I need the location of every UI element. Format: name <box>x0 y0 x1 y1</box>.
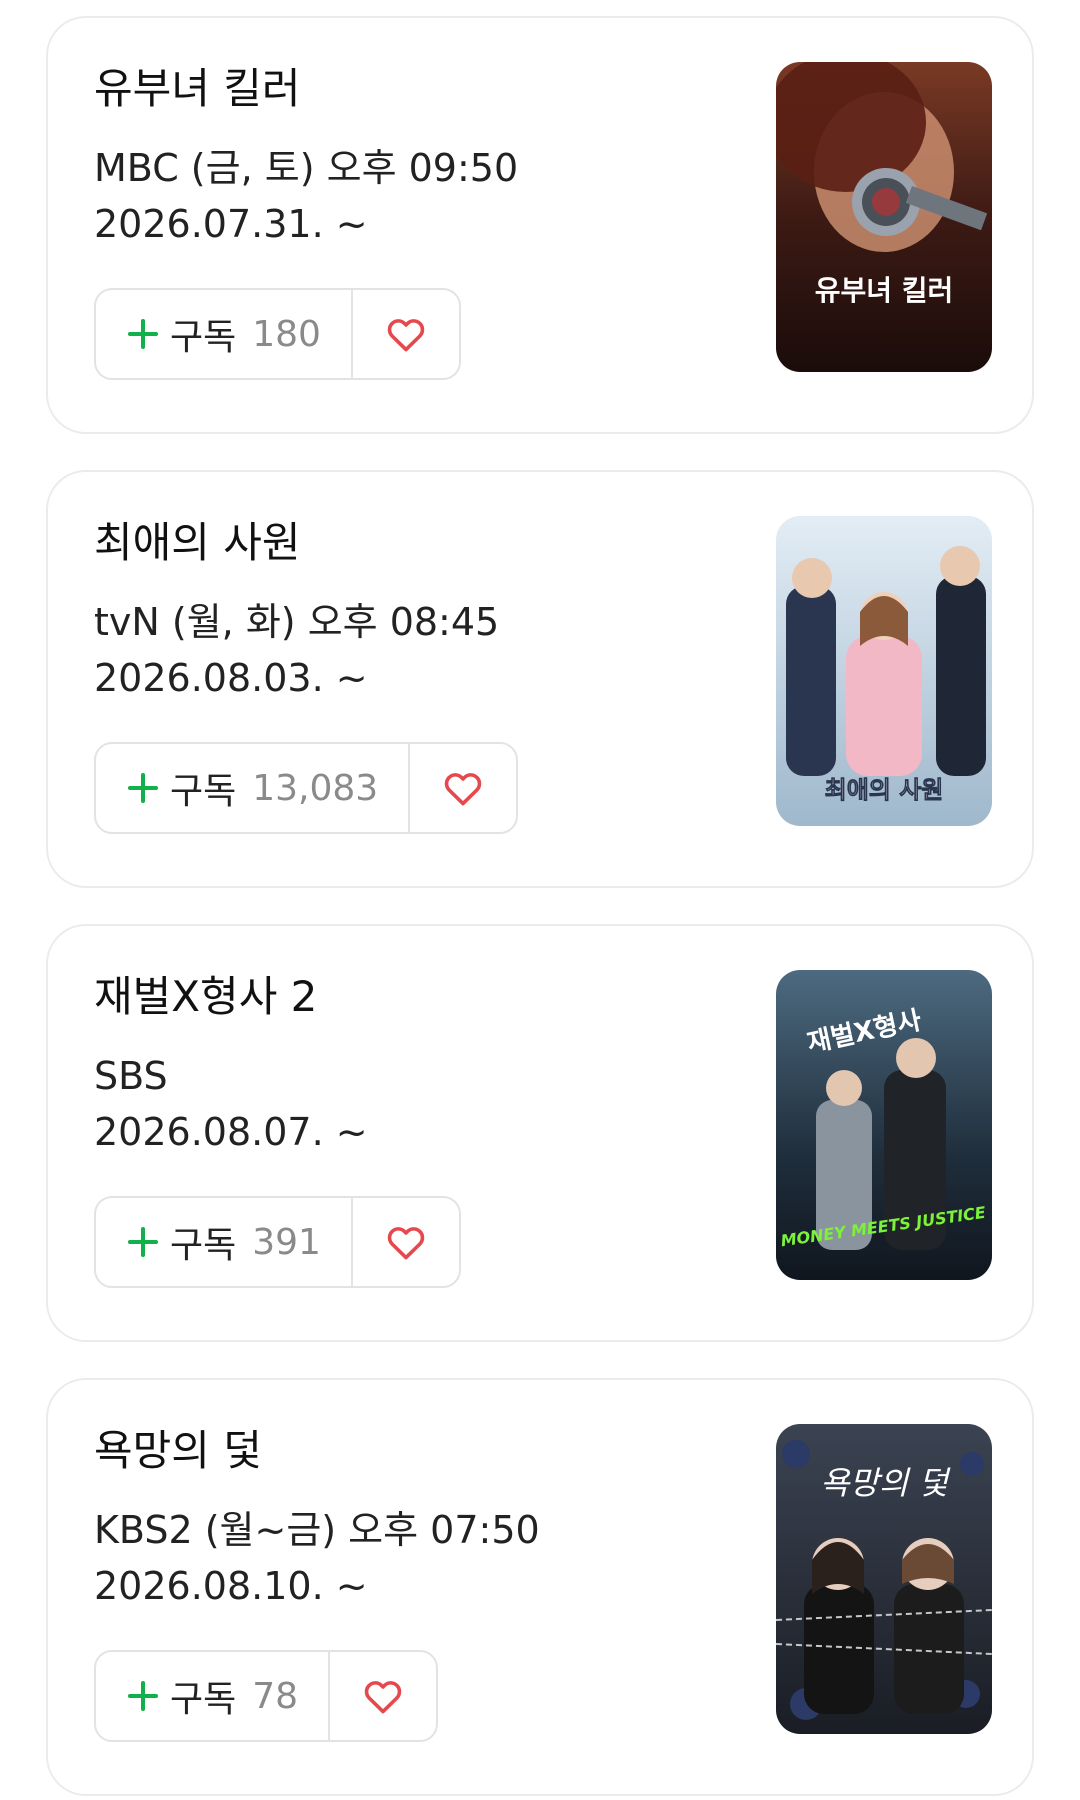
show-poster[interactable]: 유부녀 킬러 <box>776 62 992 372</box>
subscribe-like-group: 구독 13,083 <box>94 742 519 834</box>
show-info: 유부녀 킬러 MBC (금, 토) 오후 09:50 2026.07.31. ~ <box>94 62 734 252</box>
show-list: 유부녀 킬러 MBC (금, 토) 오후 09:50 2026.07.31. ~… <box>0 0 1080 1800</box>
show-title[interactable]: 유부녀 킬러 <box>94 62 734 116</box>
plus-icon <box>128 319 158 349</box>
subscriber-count: 13,083 <box>252 767 379 809</box>
subscribe-like-group: 구독 391 <box>94 1196 461 1288</box>
like-button[interactable] <box>408 744 516 832</box>
subscribe-button[interactable]: 구독 180 <box>96 290 351 378</box>
subscribe-button[interactable]: 구독 13,083 <box>96 744 408 832</box>
poster-title-text: 최애의 사원 <box>825 776 944 804</box>
subscribe-label: 구독 <box>170 317 237 358</box>
like-button[interactable] <box>350 290 459 378</box>
plus-icon <box>128 773 158 803</box>
heart-icon <box>387 319 425 352</box>
show-poster[interactable]: 최애의 사원 <box>776 516 992 826</box>
show-start-date: 2026.07.31. ~ <box>94 202 368 246</box>
show-schedule: KBS2 (월~금) 오후 07:50 <box>94 1508 540 1552</box>
plus-icon <box>128 1227 158 1257</box>
show-info: 최애의 사원 tvN (월, 화) 오후 08:45 2026.08.03. ~ <box>94 516 734 706</box>
show-card[interactable]: 욕망의 덫 KBS2 (월~금) 오후 07:50 2026.08.10. ~ … <box>46 1378 1034 1796</box>
subscriber-count: 391 <box>252 1221 321 1263</box>
show-schedule: MBC (금, 토) 오후 09:50 <box>94 146 519 190</box>
poster-title-text: 유부녀 킬러 <box>815 274 954 307</box>
show-poster[interactable]: 재벌X형사 MONEY MEETS JUSTICE <box>776 970 992 1280</box>
subscribe-like-group: 구독 180 <box>94 288 461 380</box>
subscriber-count: 180 <box>252 313 321 355</box>
heart-icon <box>364 1681 402 1714</box>
subscribe-label: 구독 <box>170 1679 237 1720</box>
plus-icon <box>128 1681 158 1711</box>
show-start-date: 2026.08.07. ~ <box>94 1110 368 1154</box>
like-button[interactable] <box>350 1198 459 1286</box>
show-schedule: tvN (월, 화) 오후 08:45 <box>94 600 500 644</box>
show-title[interactable]: 욕망의 덫 <box>94 1424 734 1478</box>
show-title[interactable]: 최애의 사원 <box>94 516 734 570</box>
show-start-date: 2026.08.10. ~ <box>94 1564 368 1608</box>
show-card[interactable]: 재벌X형사 2 SBS 2026.08.07. ~ 구독 391 재벌X형사 M… <box>46 924 1034 1342</box>
subscribe-label: 구독 <box>170 771 237 812</box>
subscribe-like-group: 구독 78 <box>94 1650 439 1742</box>
show-schedule: SBS <box>94 1054 168 1098</box>
like-button[interactable] <box>328 1652 436 1740</box>
show-title[interactable]: 재벌X형사 2 <box>94 970 734 1024</box>
show-card[interactable]: 유부녀 킬러 MBC (금, 토) 오후 09:50 2026.07.31. ~… <box>46 16 1034 434</box>
show-start-date: 2026.08.03. ~ <box>94 656 368 700</box>
show-info: 재벌X형사 2 SBS 2026.08.07. ~ <box>94 970 734 1160</box>
subscriber-count: 78 <box>252 1675 299 1717</box>
subscribe-label: 구독 <box>170 1225 237 1266</box>
show-card[interactable]: 최애의 사원 tvN (월, 화) 오후 08:45 2026.08.03. ~… <box>46 470 1034 888</box>
show-poster[interactable]: 욕망의 덫 <box>776 1424 992 1734</box>
show-info: 욕망의 덫 KBS2 (월~금) 오후 07:50 2026.08.10. ~ <box>94 1424 734 1614</box>
heart-icon <box>387 1227 425 1260</box>
subscribe-button[interactable]: 구독 78 <box>96 1652 328 1740</box>
subscribe-button[interactable]: 구독 391 <box>96 1198 351 1286</box>
heart-icon <box>444 773 482 806</box>
poster-title-text: 욕망의 덫 <box>820 1464 951 1502</box>
